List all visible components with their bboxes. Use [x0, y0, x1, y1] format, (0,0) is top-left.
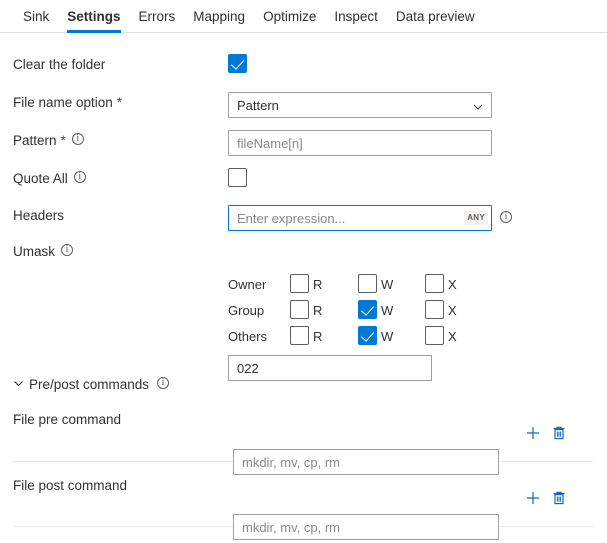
- file-post-command-delete-button[interactable]: [551, 490, 567, 506]
- row-file-post-command: File post command mkdir, mv, cp, rm: [0, 473, 607, 543]
- tab-sink[interactable]: Sink: [14, 0, 58, 32]
- tab-label: Settings: [67, 9, 120, 24]
- umask-group-write-checkbox[interactable]: [358, 300, 377, 319]
- tab-inspect[interactable]: Inspect: [325, 0, 387, 32]
- any-type-badge: ANY: [464, 211, 488, 225]
- file-name-option-dropdown[interactable]: Pattern: [228, 92, 492, 118]
- row-quote-all: Quote All: [0, 168, 607, 198]
- file-pre-command-label: File pre command: [13, 412, 121, 427]
- pattern-label: Pattern*: [13, 133, 84, 148]
- headers-placeholder: Enter expression...: [237, 211, 464, 226]
- umask-others-execute-checkbox[interactable]: [425, 326, 444, 345]
- tab-label: Sink: [23, 9, 49, 24]
- file-post-command-add-button[interactable]: [525, 490, 541, 506]
- info-icon[interactable]: [74, 171, 86, 183]
- umask-letter-r: R: [313, 277, 322, 292]
- info-icon[interactable]: [72, 133, 84, 145]
- umask-group-read-checkbox[interactable]: [290, 300, 309, 319]
- umask-letter-r: R: [313, 329, 322, 344]
- tab-bar: Sink Settings Errors Mapping Optimize In…: [0, 0, 607, 33]
- umask-letter-x: X: [448, 277, 457, 292]
- tab-data-preview[interactable]: Data preview: [387, 0, 484, 32]
- row-file-name-option: File name option* Pattern: [0, 92, 607, 122]
- headers-expression-input[interactable]: Enter expression... ANY: [228, 205, 492, 231]
- umask-letter-x: X: [448, 329, 457, 344]
- umask-others-write-checkbox[interactable]: [358, 326, 377, 345]
- umask-owner-write-checkbox[interactable]: [358, 274, 377, 293]
- row-umask: Umask Owner R W X Group R W X Others R W…: [0, 241, 607, 361]
- tab-label: Mapping: [193, 9, 245, 24]
- file-pre-command-add-button[interactable]: [525, 425, 541, 441]
- tab-optimize[interactable]: Optimize: [254, 0, 325, 32]
- chevron-down-icon: [13, 377, 24, 392]
- umask-letter-w: W: [381, 277, 393, 292]
- file-post-command-label: File post command: [13, 478, 127, 493]
- umask-letter-r: R: [313, 303, 322, 318]
- headers-label: Headers: [13, 208, 64, 223]
- umask-letter-w: W: [381, 329, 393, 344]
- tab-mapping[interactable]: Mapping: [184, 0, 254, 32]
- umask-letter-w: W: [381, 303, 393, 318]
- pattern-input[interactable]: fileName[n]: [228, 130, 492, 156]
- umask-owner-execute-checkbox[interactable]: [425, 274, 444, 293]
- tab-label: Errors: [139, 9, 176, 24]
- chevron-down-icon: [473, 100, 483, 110]
- tab-label: Inspect: [334, 9, 378, 24]
- file-post-command-input[interactable]: mkdir, mv, cp, rm: [233, 514, 499, 540]
- row-pattern: Pattern* fileName[n]: [0, 130, 607, 160]
- umask-label: Umask: [13, 244, 73, 259]
- tab-label: Optimize: [263, 9, 316, 24]
- tab-settings[interactable]: Settings: [58, 0, 129, 32]
- pattern-placeholder: fileName[n]: [237, 136, 483, 151]
- info-icon[interactable]: [157, 377, 169, 389]
- prepost-commands-label: Pre/post commands: [29, 377, 149, 392]
- row-prepost-commands: Pre/post commands: [0, 373, 607, 401]
- file-pre-command-delete-button[interactable]: [551, 425, 567, 441]
- file-pre-command-input[interactable]: mkdir, mv, cp, rm: [233, 449, 499, 475]
- required-marker: *: [61, 133, 66, 148]
- umask-row-label-owner: Owner: [228, 277, 266, 292]
- row-clear-folder: Clear the folder: [0, 55, 607, 85]
- quote-all-label: Quote All: [13, 171, 86, 186]
- row-file-pre-command: File pre command mkdir, mv, cp, rm: [0, 409, 607, 473]
- tab-label: Data preview: [396, 9, 475, 24]
- file-pre-command-placeholder: mkdir, mv, cp, rm: [242, 455, 490, 470]
- file-name-option-value: Pattern: [237, 98, 473, 113]
- clear-folder-label: Clear the folder: [13, 57, 105, 72]
- file-name-option-label: File name option*: [13, 95, 122, 110]
- umask-row-label-others: Others: [228, 329, 267, 344]
- required-marker: *: [117, 95, 122, 110]
- umask-letter-x: X: [448, 303, 457, 318]
- umask-others-read-checkbox[interactable]: [290, 326, 309, 345]
- umask-group-execute-checkbox[interactable]: [425, 300, 444, 319]
- quote-all-checkbox[interactable]: [228, 168, 247, 187]
- clear-folder-checkbox[interactable]: [228, 54, 247, 73]
- umask-row-label-group: Group: [228, 303, 264, 318]
- file-post-command-placeholder: mkdir, mv, cp, rm: [242, 520, 490, 535]
- umask-owner-read-checkbox[interactable]: [290, 274, 309, 293]
- row-headers: Headers Enter expression... ANY: [0, 205, 607, 235]
- info-icon[interactable]: [61, 244, 73, 256]
- tab-errors[interactable]: Errors: [130, 0, 185, 32]
- prepost-commands-toggle[interactable]: Pre/post commands: [13, 377, 169, 392]
- info-icon[interactable]: [500, 211, 512, 223]
